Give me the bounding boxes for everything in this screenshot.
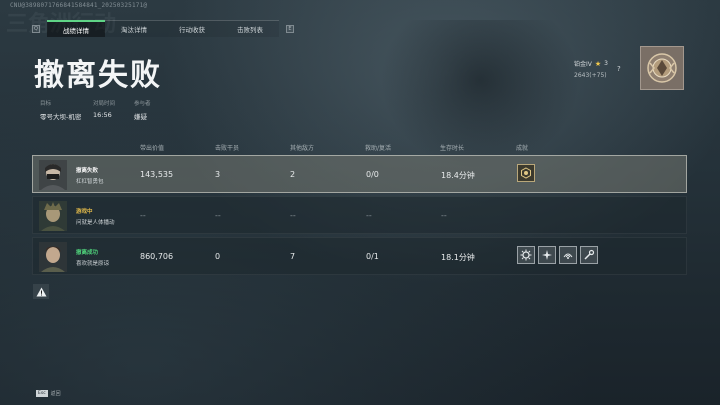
player-name: 问就是人体播动 [76, 220, 115, 226]
tab-next-key-hint[interactable]: E [286, 24, 294, 33]
cell-others: -- [290, 211, 296, 220]
info-target-label: 目标 [40, 101, 52, 107]
rank-info: 铂金IV ★ 3 2643(+75) [574, 59, 608, 80]
tab-prev-key-hint[interactable]: Q [32, 24, 40, 33]
cell-kills: 3 [215, 170, 221, 179]
info-participant-label: 参与者 [134, 101, 151, 107]
cell-kills: -- [215, 211, 221, 220]
player-avatar [39, 160, 67, 190]
col-rescue: 救助/复活 [365, 145, 392, 152]
player-name: 喜欢就是原谅 [76, 261, 110, 267]
info-time: 对局时间 16:56 [93, 99, 115, 119]
col-value: 带出价值 [140, 145, 165, 152]
cell-survival: -- [441, 211, 447, 220]
star-icon: ★ [594, 59, 602, 68]
col-others: 其他敌方 [290, 145, 315, 152]
radar-icon[interactable] [559, 246, 577, 264]
table-row[interactable]: 撤离成功 喜欢就是原谅 860,706 0 7 0/1 18.1分钟 [32, 237, 687, 275]
info-participant: 参与者 嫌疑 [134, 99, 151, 121]
gold-hexagon-icon[interactable] [517, 164, 535, 182]
page-title: 撤离失败 [34, 58, 162, 93]
report-warning-button[interactable] [33, 284, 49, 299]
tab-kill-list[interactable]: 击败列表 [221, 20, 279, 37]
tab-elimination-details[interactable]: 淘汰详情 [105, 20, 163, 37]
warning-icon [36, 287, 46, 296]
tab-action-gains[interactable]: 行动收获 [163, 20, 221, 37]
info-time-value: 16:56 [93, 111, 112, 119]
table-header: 带出价值 击败干员 其他敌方 救助/复活 生存时长 成就 [0, 143, 720, 153]
esc-key-hint: Esc [36, 390, 48, 397]
player-avatar [39, 201, 67, 231]
back-label: 返回 [50, 391, 61, 397]
info-target: 目标 零号大坝-机密 [40, 99, 81, 121]
footer-back[interactable]: Esc 返回 [36, 390, 61, 397]
cell-rescue: 0/1 [366, 252, 379, 261]
col-kills: 击败干员 [215, 145, 240, 152]
player-name: 杠杠智勇包 [76, 179, 104, 185]
tab-match-details[interactable]: 战绩详情 [47, 20, 105, 37]
col-survival: 生存时长 [440, 145, 465, 152]
info-target-value: 零号大坝-机密 [40, 113, 82, 121]
table-row[interactable]: 游戏中 问就是人体播动 -- -- -- -- -- [32, 196, 687, 234]
table-row[interactable]: 撤离失败 杠杠智勇包 143,535 3 2 0/0 18.4分钟 [32, 155, 687, 193]
col-achievements: 成就 [516, 145, 529, 152]
player-avatar [39, 242, 67, 272]
player-status: 游戏中 [76, 209, 93, 215]
cell-value: 860,706 [140, 252, 174, 261]
rank-points: 2643(+75) [574, 72, 607, 79]
rank-help-icon[interactable]: ? [617, 65, 621, 73]
rank-tier: 铂金IV [574, 61, 592, 68]
cell-survival: 18.4分钟 [441, 171, 475, 180]
info-time-label: 对局时间 [93, 101, 116, 107]
cell-rescue: -- [366, 211, 372, 220]
rank-stars: 3 [604, 60, 608, 67]
cell-value: 143,535 [140, 170, 174, 179]
rank-badge-icon[interactable] [640, 46, 684, 90]
star-burst-icon[interactable] [538, 246, 556, 264]
watermark-text: CNU@3898071766841584841_20250325171@ [10, 2, 148, 9]
cell-survival: 18.1分钟 [441, 253, 475, 262]
player-status: 撤离失败 [76, 168, 99, 174]
gear-icon[interactable] [517, 246, 535, 264]
tab-bar: Q 战绩详情 淘汰详情 行动收获 击败列表 E [32, 20, 294, 37]
cell-value: -- [140, 211, 146, 220]
cell-rescue: 0/0 [366, 170, 379, 179]
wrench-icon[interactable] [580, 246, 598, 264]
cell-others: 7 [290, 252, 296, 261]
cell-others: 2 [290, 170, 296, 179]
info-participant-value: 嫌疑 [134, 113, 147, 121]
player-status: 撤离成功 [76, 250, 99, 256]
cell-kills: 0 [215, 252, 221, 261]
